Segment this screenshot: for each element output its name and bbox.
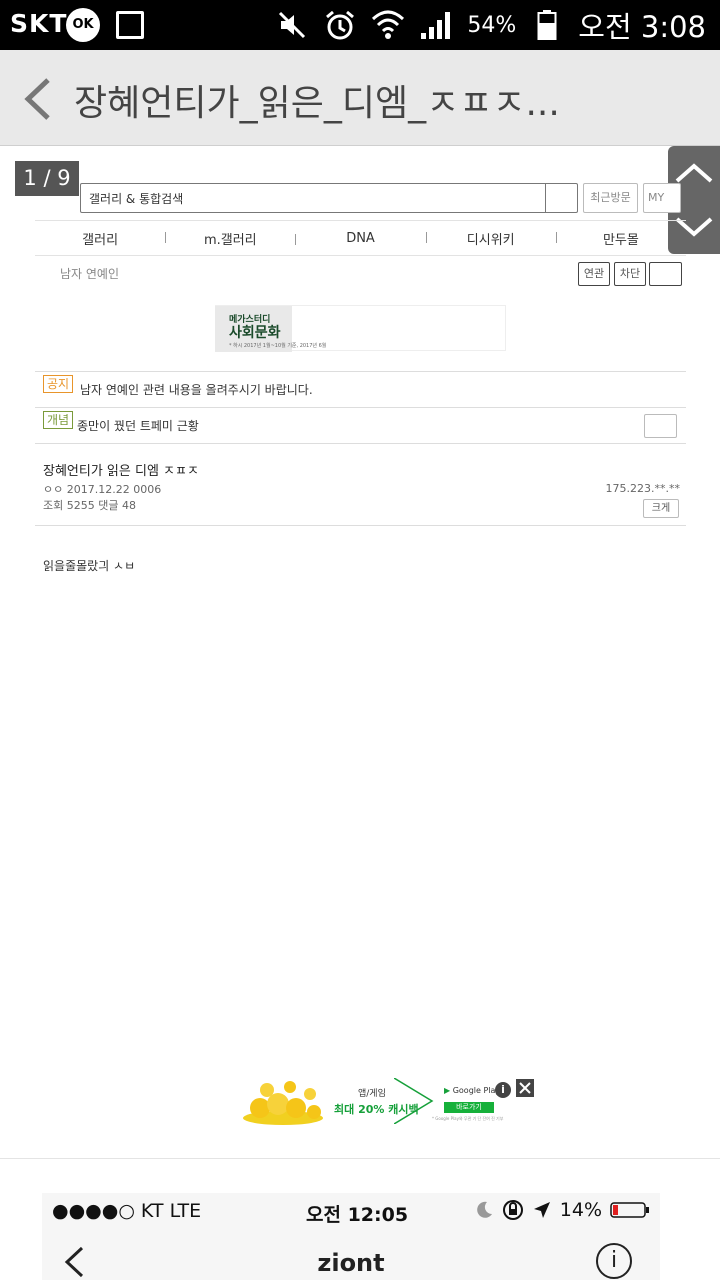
divider [35, 525, 686, 526]
nav-mandumall[interactable]: 만두몰 [555, 229, 686, 248]
ios-info-icon: i [596, 1243, 632, 1279]
notice-text: 남자 연예인 관련 내용을 올려주시기 바랍니다. [80, 383, 313, 397]
related-button[interactable]: 연관 [578, 262, 610, 286]
concept-action-button[interactable] [644, 414, 677, 438]
top-nav: 갤러리 m.갤러리 DNA 디시위키 만두몰 [35, 220, 686, 256]
my-button[interactable]: MY [643, 183, 681, 213]
banner-subject: 사회문화 [229, 325, 281, 341]
banner-ad[interactable]: 메가스터디 사회문화 * 하시 2017년 1월~10월 기준, 2017년 6… [215, 305, 506, 352]
post-body: 읽을줄몰랐긔 ㅅㅂ [43, 559, 136, 573]
post-author-date: ㅇㅇ 2017.12.22 0006 [43, 483, 162, 496]
image-icon [116, 11, 144, 39]
gallery-name: 남자 연예인 [60, 267, 120, 281]
search-button[interactable] [545, 184, 577, 212]
block-button[interactable]: 차단 [614, 262, 646, 286]
rotation-lock-icon [502, 1200, 523, 1220]
status-bar: SKT OK 54% 오전 3:08 [0, 0, 720, 50]
ios-nav-title: ziont [317, 1249, 385, 1277]
signal-icon [419, 8, 453, 42]
app-header: 장혜언티가_읽은_디엠_ㅈㅍㅈ... [0, 50, 720, 146]
enlarge-button[interactable]: 크게 [643, 499, 679, 518]
battery-icon [530, 8, 564, 42]
ios-battery-icon [610, 1202, 649, 1218]
ad-fineprint: * Google Play와 무관 기 단 잔여 진 기부 [432, 1116, 504, 1121]
alarm-icon [323, 8, 357, 42]
ad-info-icon[interactable]: i [495, 1082, 511, 1098]
search-placeholder: 갤러리 & 통합검색 [89, 192, 184, 206]
nav-m-gallery[interactable]: m.갤러리 [165, 229, 295, 248]
wifi-icon [371, 8, 405, 42]
banner-image: 메가스터디 사회문화 * 하시 2017년 1월~10월 기준, 2017년 6… [215, 306, 326, 352]
location-icon [533, 1202, 550, 1218]
arrow-icon [394, 1078, 434, 1124]
concept-tag: 개념 [43, 411, 74, 429]
post-stats: 조회 5255 댓글 48 [43, 499, 136, 512]
divider [35, 443, 686, 444]
mute-icon [275, 8, 309, 42]
battery-percent: 54% [467, 12, 517, 38]
carrier-label: SKT [10, 9, 68, 38]
embedded-ios-status-bar: ●●●●○ KT LTE 오전 12:05 14% [42, 1193, 660, 1231]
status-time: 오전 3:08 [578, 10, 706, 44]
google-play-label: ▶ Google Play [444, 1086, 501, 1095]
google-play-text: Google Play [452, 1086, 501, 1095]
nav-dna[interactable]: DNA [295, 231, 425, 246]
ios-battery-percent: 14% [559, 1199, 602, 1221]
cashback-ad[interactable]: 앱/게임 최대 20% 캐시백 ▶ Google Play 바로가기 * Goo… [236, 1074, 536, 1128]
post-title: 장혜언티가 읽은 디엠 ㅈㅍㅈ [43, 464, 199, 479]
embedded-ios-nav-bar: ziont i [42, 1231, 660, 1280]
page-title: 장혜언티가_읽은_디엠_ㅈㅍㅈ... [74, 83, 560, 124]
banner-fineprint: * 하시 2017년 1월~10월 기준, 2017년 6월 [229, 343, 327, 349]
back-icon[interactable] [18, 74, 58, 124]
nav-dcwiki[interactable]: 디시위키 [425, 229, 556, 248]
recent-visit-button[interactable]: 최근방문 [583, 183, 638, 213]
gallery-search-input[interactable]: 갤러리 & 통합검색 [80, 183, 578, 213]
ad-cta-button[interactable]: 바로가기 [444, 1102, 494, 1113]
ok-cashbag-icon: OK [66, 8, 100, 42]
divider [0, 1158, 720, 1159]
moon-icon [476, 1201, 492, 1218]
ios-carrier: ●●●●○ KT LTE [52, 1200, 202, 1222]
coins-icon [240, 1078, 326, 1126]
ad-category: 앱/게임 [358, 1089, 386, 1099]
image-page-counter: 1 / 9 [15, 161, 79, 196]
ad-close-icon[interactable] [516, 1079, 534, 1097]
post-ip: 175.223.**.** [605, 482, 680, 495]
menu-button[interactable] [649, 262, 682, 286]
notice-row[interactable]: 공지 남자 연예인 관련 내용을 올려주시기 바랍니다. [35, 371, 686, 408]
nav-gallery[interactable]: 갤러리 [35, 229, 165, 248]
concept-row[interactable]: 개념 종만이 꿨던 트페미 근황 [35, 407, 686, 444]
notice-tag: 공지 [43, 375, 74, 393]
ios-time: 오전 12:05 [306, 1204, 409, 1226]
concept-text: 종만이 꿨던 트페미 근황 [77, 419, 199, 433]
